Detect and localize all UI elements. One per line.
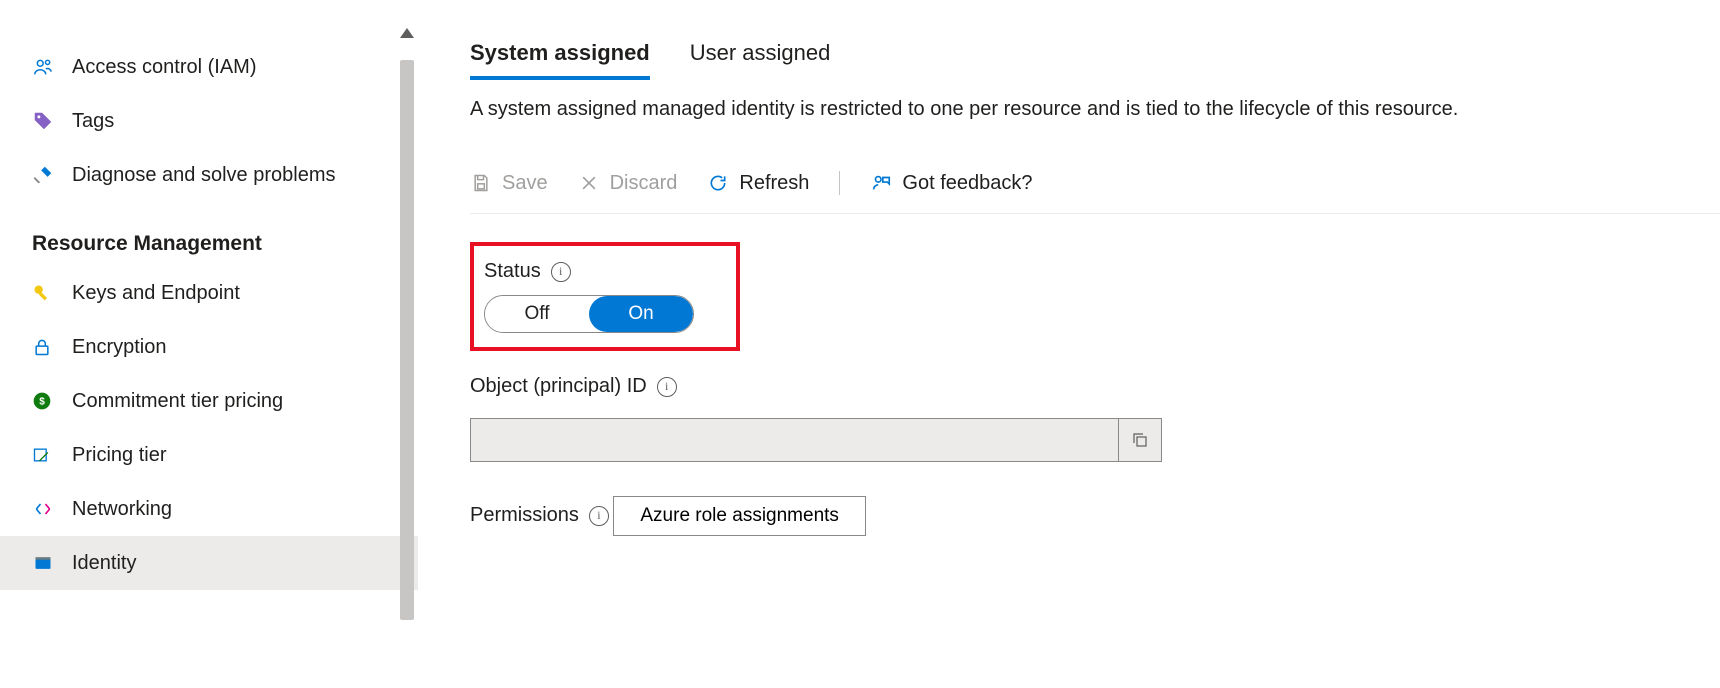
- divider: [839, 171, 840, 195]
- content-pane: System assigned User assigned A system a…: [418, 0, 1720, 688]
- toolbar: Save Discard Refresh Got feedback?: [470, 171, 1720, 214]
- sidebar: Access control (IAM) Tags Diagnose and s…: [0, 0, 418, 688]
- object-id-value-box: [470, 418, 1162, 462]
- object-id-label: Object (principal) ID: [470, 375, 647, 398]
- tools-icon: [32, 164, 72, 186]
- discard-label: Discard: [610, 172, 678, 195]
- sidebar-item-label: Access control (IAM): [72, 56, 256, 79]
- refresh-label: Refresh: [739, 172, 809, 195]
- sidebar-item-label: Networking: [72, 498, 172, 521]
- discard-button[interactable]: Discard: [578, 172, 678, 195]
- scroll-up-icon: [400, 28, 414, 38]
- feedback-label: Got feedback?: [902, 172, 1032, 195]
- sidebar-item-keys[interactable]: Keys and Endpoint: [0, 266, 418, 320]
- sidebar-item-pricing[interactable]: Pricing tier: [0, 428, 418, 482]
- sidebar-item-encryption[interactable]: Encryption: [0, 320, 418, 374]
- save-button[interactable]: Save: [470, 172, 548, 195]
- status-toggle-off[interactable]: Off: [485, 296, 589, 332]
- azure-role-assignments-button[interactable]: Azure role assignments: [613, 496, 866, 536]
- refresh-button[interactable]: Refresh: [707, 172, 809, 195]
- status-label: Status: [484, 260, 541, 283]
- tab-system-assigned[interactable]: System assigned: [470, 40, 650, 80]
- sidebar-top-list: Access control (IAM) Tags Diagnose and s…: [0, 40, 418, 202]
- sidebar-item-label: Identity: [72, 552, 136, 575]
- sidebar-item-networking[interactable]: Networking: [0, 482, 418, 536]
- sidebar-item-commitment[interactable]: $ Commitment tier pricing: [0, 374, 418, 428]
- pricing-icon: [32, 445, 72, 465]
- sidebar-section-header: Resource Management: [0, 202, 418, 266]
- sidebar-item-label: Commitment tier pricing: [72, 390, 283, 413]
- status-toggle-on[interactable]: On: [589, 296, 693, 332]
- sidebar-item-tags[interactable]: Tags: [0, 94, 418, 148]
- sidebar-item-label: Tags: [72, 110, 114, 133]
- tab-user-assigned[interactable]: User assigned: [690, 40, 831, 80]
- info-icon[interactable]: i: [589, 506, 609, 526]
- permissions-field: Permissions i Azure role assignments: [470, 486, 1720, 539]
- copy-button[interactable]: [1118, 419, 1161, 461]
- sidebar-item-label: Encryption: [72, 336, 167, 359]
- tab-bar: System assigned User assigned: [470, 40, 1720, 80]
- circle-dollar-icon: $: [32, 391, 72, 411]
- sidebar-section-list: Keys and Endpoint Encryption $ Commitmen…: [0, 266, 418, 590]
- permissions-label: Permissions: [470, 504, 579, 527]
- tab-description: A system assigned managed identity is re…: [470, 98, 1720, 121]
- x-icon: [578, 172, 600, 194]
- save-icon: [470, 172, 492, 194]
- status-highlight-box: Status i Off On: [470, 242, 740, 351]
- tag-icon: [32, 110, 72, 132]
- status-toggle[interactable]: Off On: [484, 295, 694, 333]
- sidebar-item-label: Pricing tier: [72, 444, 166, 467]
- feedback-button[interactable]: Got feedback?: [870, 172, 1032, 195]
- sidebar-item-identity[interactable]: Identity: [0, 536, 418, 590]
- app-root: Access control (IAM) Tags Diagnose and s…: [0, 0, 1720, 688]
- key-icon: [32, 283, 72, 303]
- info-icon[interactable]: i: [551, 262, 571, 282]
- permissions-label-row: Permissions i: [470, 504, 609, 527]
- object-id-label-row: Object (principal) ID i: [470, 375, 677, 398]
- sidebar-item-label: Keys and Endpoint: [72, 282, 240, 305]
- network-icon: [32, 499, 72, 519]
- sidebar-item-label: Diagnose and solve problems: [72, 164, 336, 187]
- svg-text:$: $: [39, 396, 45, 407]
- identity-icon: [32, 553, 72, 573]
- feedback-icon: [870, 172, 892, 194]
- info-icon[interactable]: i: [657, 377, 677, 397]
- people-icon: [32, 56, 72, 78]
- sidebar-item-access-control[interactable]: Access control (IAM): [0, 40, 418, 94]
- refresh-icon: [707, 172, 729, 194]
- sidebar-item-diagnose[interactable]: Diagnose and solve problems: [0, 148, 418, 202]
- scrollbar-thumb[interactable]: [400, 60, 414, 620]
- lock-icon: [32, 337, 72, 357]
- status-label-row: Status i: [484, 260, 571, 283]
- copy-icon: [1131, 431, 1149, 449]
- save-label: Save: [502, 172, 548, 195]
- object-id-field: Object (principal) ID i: [470, 375, 1720, 462]
- scrollbar[interactable]: [396, 0, 418, 688]
